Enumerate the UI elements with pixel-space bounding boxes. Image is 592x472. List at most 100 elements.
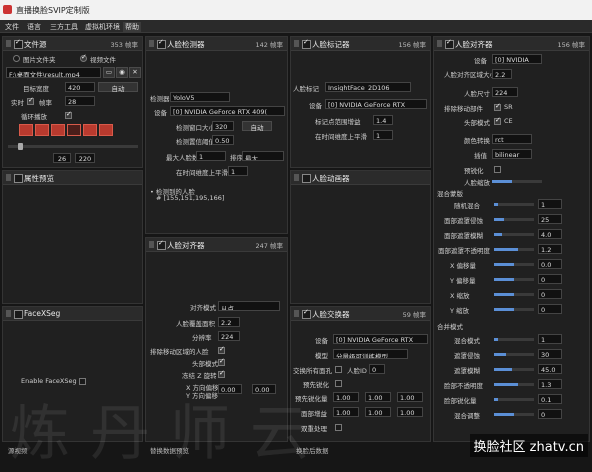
target-width-input[interactable]: 420 [65, 82, 95, 92]
row0-v1[interactable]: 1.00 [333, 392, 359, 402]
enable-checkbox[interactable] [157, 239, 166, 250]
enable-checkbox[interactable] [302, 38, 311, 49]
head-mode-checkbox[interactable] [218, 357, 225, 366]
merge-slider-4[interactable] [494, 398, 534, 401]
merge-slider-3[interactable] [494, 383, 534, 386]
face-id-input[interactable]: 0 [369, 364, 385, 374]
file-path-input[interactable]: F:\桌面文件\result.mp4 [6, 67, 101, 78]
range-input[interactable]: 1.4 [373, 115, 393, 125]
enable-checkbox[interactable] [14, 38, 23, 49]
interpolation-select[interactable]: bilinear [492, 149, 532, 159]
row0-v3[interactable]: 1.00 [397, 392, 423, 402]
exclude-moving-checkbox[interactable] [494, 102, 501, 111]
slider-1[interactable] [494, 218, 534, 221]
merge-slider-value-4[interactable]: 0.1 [538, 394, 562, 404]
frame-slider-knob[interactable] [18, 143, 23, 150]
drag-handle-icon[interactable] [437, 40, 442, 47]
menu-tools[interactable]: 三方工具 [50, 22, 78, 32]
temporal-smooth-input[interactable]: 1 [228, 166, 248, 176]
menu-help[interactable]: 帮助 [123, 22, 141, 32]
realtime-checkbox[interactable] [27, 96, 34, 105]
device-select[interactable]: [0] NVIDIA GeForce RTX [325, 99, 427, 109]
swap-all-checkbox[interactable] [335, 366, 342, 373]
window-size-auto-button[interactable]: 自动 [242, 121, 272, 132]
slider-3[interactable] [494, 248, 534, 251]
merge-slider-2[interactable] [494, 368, 534, 371]
enable-checkbox[interactable] [157, 38, 166, 49]
model-select[interactable]: 分量级可训练模型 [333, 349, 408, 359]
frame-slider[interactable] [8, 143, 138, 150]
slider-4[interactable] [494, 263, 534, 266]
two-pass-checkbox[interactable] [335, 424, 342, 431]
next-frame-button[interactable] [83, 124, 97, 136]
face-scale-slider[interactable] [492, 180, 542, 183]
window-size-input[interactable]: 320 [212, 121, 234, 131]
last-frame-button[interactable] [99, 124, 113, 136]
slider-value-4[interactable]: 0.0 [538, 259, 562, 269]
drag-handle-icon[interactable] [149, 241, 154, 248]
device-select[interactable]: [0] NVIDIA [492, 54, 542, 64]
menu-vm[interactable]: 虚拟机环境 [85, 22, 120, 32]
merge-slider-5[interactable] [494, 413, 534, 416]
drag-handle-icon[interactable] [294, 174, 299, 181]
enable-facexseg-checkbox[interactable] [79, 378, 86, 385]
drag-handle-icon[interactable] [294, 310, 299, 317]
coverage-input[interactable]: 2.2 [218, 317, 240, 327]
sort-select[interactable]: 最大 [242, 151, 284, 161]
merge-slider-value-0[interactable]: 1 [538, 334, 562, 344]
slider-6[interactable] [494, 293, 534, 296]
face-size-input[interactable]: 224 [492, 87, 518, 97]
pause-button[interactable] [67, 124, 81, 136]
slider-0[interactable] [494, 203, 534, 206]
merge-slider-1[interactable] [494, 353, 534, 356]
play-button[interactable] [51, 124, 65, 136]
drag-handle-icon[interactable] [294, 40, 299, 47]
align-area-input[interactable]: 2.2 [492, 69, 512, 79]
color-transfer-select[interactable]: rct [492, 134, 532, 144]
row1-v3[interactable]: 1.00 [397, 407, 423, 417]
merge-slider-value-5[interactable]: 0 [538, 409, 562, 419]
temporal-smooth-input[interactable]: 1 [373, 130, 393, 140]
drag-handle-icon[interactable] [6, 174, 11, 181]
enable-checkbox[interactable] [445, 38, 454, 49]
first-frame-button[interactable] [19, 124, 33, 136]
slider-5[interactable] [494, 278, 534, 281]
slider-value-6[interactable]: 0 [538, 289, 562, 299]
slider-2[interactable] [494, 233, 534, 236]
loop-checkbox[interactable] [65, 110, 72, 119]
close-icon[interactable]: ✕ [129, 67, 141, 78]
radio-video[interactable] [80, 53, 87, 62]
slider-value-3[interactable]: 1.2 [538, 244, 562, 254]
row1-v1[interactable]: 1.00 [333, 407, 359, 417]
slider-value-5[interactable]: 0 [538, 274, 562, 284]
exclude-moving-checkbox[interactable] [218, 345, 225, 354]
marker-type-select[interactable]: InsightFace_2D106 [325, 82, 411, 92]
device-select[interactable]: [0] NVIDIA GeForce RTX 409( [170, 106, 285, 116]
enable-checkbox[interactable] [14, 174, 23, 183]
resolution-input[interactable]: 224 [218, 331, 240, 341]
merge-slider-value-2[interactable]: 45.0 [538, 364, 562, 374]
merge-slider-value-1[interactable]: 30 [538, 349, 562, 359]
max-faces-input[interactable]: 1 [196, 151, 226, 161]
align-mode-select[interactable]: 从点 [218, 301, 280, 311]
enable-checkbox[interactable] [14, 310, 23, 319]
row1-v2[interactable]: 1.00 [365, 407, 391, 417]
menu-file[interactable]: 文件 [5, 22, 19, 32]
drag-handle-icon[interactable] [6, 40, 11, 47]
auto-button[interactable]: 自动 [98, 82, 138, 93]
presharpen-checkbox[interactable] [335, 380, 342, 387]
detector-select[interactable]: YoloV5 [170, 92, 230, 102]
drag-handle-icon[interactable] [149, 40, 154, 47]
slider-value-7[interactable]: 0 [538, 304, 562, 314]
merge-slider-value-3[interactable]: 1.3 [538, 379, 562, 389]
menu-language[interactable]: 语言 [27, 22, 41, 32]
device-select[interactable]: [0] NVIDIA GeForce RTX [333, 334, 428, 344]
enable-checkbox[interactable] [302, 308, 311, 319]
merge-slider-0[interactable] [494, 338, 534, 341]
folder-open-icon[interactable]: ▭ [103, 67, 115, 78]
freeze-rotation-checkbox[interactable] [218, 369, 225, 378]
eye-icon[interactable]: ◉ [116, 67, 128, 78]
slider-value-1[interactable]: 25 [538, 214, 562, 224]
slider-7[interactable] [494, 308, 534, 311]
slider-value-0[interactable]: 1 [538, 199, 562, 209]
